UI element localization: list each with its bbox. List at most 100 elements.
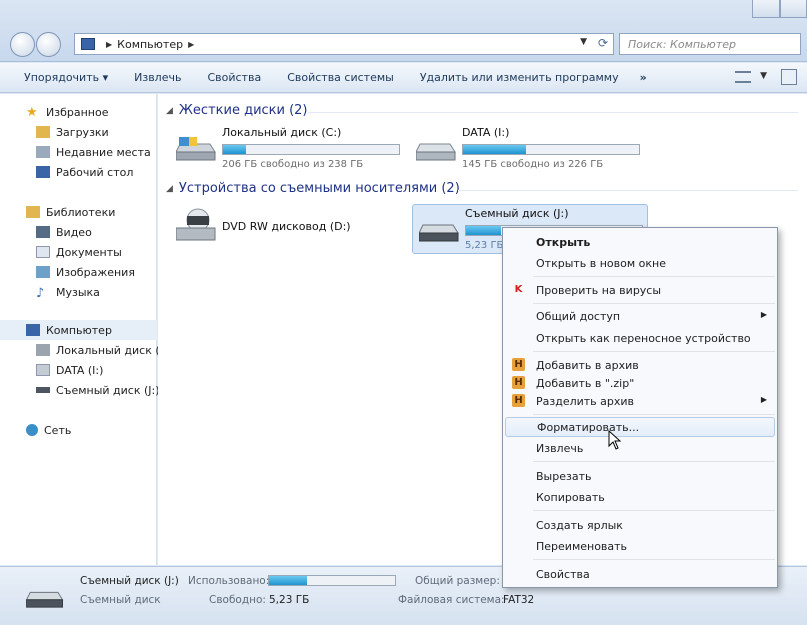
drive-usage-fill bbox=[223, 145, 246, 154]
sidebar-item-music[interactable]: ♪ Музыка bbox=[36, 282, 100, 302]
documents-icon bbox=[36, 246, 50, 258]
drive-name: Съемный диск (J:) bbox=[465, 207, 569, 220]
maximize-button[interactable] bbox=[780, 0, 807, 18]
organize-button[interactable]: Упорядочить ▾ bbox=[0, 71, 121, 84]
menu-separator bbox=[533, 559, 775, 560]
menu-item-split-archive[interactable]: H Разделить архив ▶ bbox=[505, 391, 775, 411]
breadcrumb-computer[interactable]: Компьютер bbox=[117, 38, 183, 51]
view-options-icon[interactable] bbox=[735, 71, 751, 83]
archiver-icon: H bbox=[512, 394, 525, 407]
drive-usage-bar bbox=[222, 144, 400, 155]
usb-drive-icon bbox=[419, 224, 459, 242]
breadcrumb-arrow-icon[interactable]: ▶ bbox=[188, 40, 194, 49]
sidebar-item-documents[interactable]: Документы bbox=[36, 242, 122, 262]
recent-places-icon bbox=[36, 146, 50, 158]
sidebar-item-downloads[interactable]: Загрузки bbox=[36, 122, 109, 142]
sidebar-item-network[interactable]: Сеть bbox=[26, 420, 71, 440]
menu-separator bbox=[533, 276, 775, 277]
navigation-pane: ★ Избранное Загрузки Недавние места Рабо… bbox=[0, 94, 167, 565]
network-icon bbox=[26, 424, 38, 436]
submenu-arrow-icon: ▶ bbox=[760, 395, 767, 404]
drive-name: DATA (I:) bbox=[462, 126, 510, 139]
group-divider bbox=[308, 112, 798, 113]
menu-item-rename[interactable]: Переименовать bbox=[505, 536, 775, 556]
uninstall-button[interactable]: Удалить или изменить программу bbox=[407, 71, 632, 84]
system-properties-button[interactable]: Свойства системы bbox=[274, 71, 407, 84]
drive-usage-bar bbox=[462, 144, 640, 155]
sidebar-item-removable[interactable]: Съемный диск (J:) bbox=[36, 380, 160, 400]
dvd-drive-icon bbox=[176, 208, 216, 241]
music-note-icon: ♪ bbox=[36, 286, 45, 301]
downloads-folder-icon bbox=[36, 126, 50, 138]
search-input[interactable]: Поиск: Компьютер bbox=[619, 33, 801, 55]
menu-item-add-archive[interactable]: H Добавить в архив bbox=[505, 355, 775, 375]
details-used-label: Использовано: bbox=[188, 575, 270, 587]
sidebar-item-images[interactable]: Изображения bbox=[36, 262, 135, 282]
menu-item-scan-virus[interactable]: K Проверить на вирусы bbox=[505, 280, 775, 300]
menu-separator bbox=[533, 510, 775, 511]
details-usage-fill bbox=[269, 576, 307, 585]
collapse-triangle-icon[interactable]: ◢ bbox=[166, 106, 173, 116]
sidebar-item-computer[interactable]: Компьютер bbox=[0, 320, 157, 340]
menu-item-properties[interactable]: Свойства bbox=[505, 564, 775, 584]
sidebar-item-local-disk[interactable]: Локальный диск (C bbox=[36, 340, 167, 360]
collapse-triangle-icon[interactable]: ◢ bbox=[166, 184, 173, 194]
menu-item-add-zip[interactable]: H Добавить в ".zip" bbox=[505, 373, 775, 393]
star-icon: ★ bbox=[26, 105, 38, 120]
menu-item-open-portable[interactable]: Открыть как переносное устройство bbox=[505, 328, 775, 348]
hard-drive-icon bbox=[36, 364, 50, 376]
menu-item-format[interactable]: Форматировать... bbox=[505, 417, 775, 437]
view-dropdown-icon[interactable]: ▼ bbox=[760, 71, 767, 81]
back-button[interactable] bbox=[10, 32, 35, 57]
group-header-hdd[interactable]: ◢ Жесткие диски (2) bbox=[166, 103, 308, 118]
details-total-label: Общий размер: bbox=[415, 575, 500, 587]
sidebar-item-desktop[interactable]: Рабочий стол bbox=[36, 162, 133, 182]
breadcrumb-arrow-icon[interactable]: ▶ bbox=[106, 40, 112, 49]
drive-name: Локальный диск (C:) bbox=[222, 126, 342, 139]
libraries-icon bbox=[26, 206, 40, 218]
archiver-icon: H bbox=[512, 358, 525, 371]
archiver-icon: H bbox=[512, 376, 525, 389]
preview-pane-icon[interactable] bbox=[781, 69, 797, 85]
eject-button[interactable]: Извлечь bbox=[121, 71, 194, 84]
menu-item-share[interactable]: Общий доступ ▶ bbox=[505, 306, 775, 326]
menu-item-eject[interactable]: Извлечь bbox=[505, 438, 775, 458]
title-bar: ▶ Компьютер ▶ ▼ ⟳ Поиск: Компьютер bbox=[0, 0, 807, 62]
menu-item-cut[interactable]: Вырезать bbox=[505, 466, 775, 486]
sidebar-item-data[interactable]: DATA (I:) bbox=[36, 360, 103, 380]
address-dropdown-icon[interactable]: ▼ bbox=[580, 37, 587, 47]
details-fs-value: FAT32 bbox=[503, 594, 535, 606]
images-icon bbox=[36, 266, 50, 278]
minimize-button[interactable] bbox=[752, 0, 780, 18]
menu-separator bbox=[533, 351, 775, 352]
menu-item-open-new-window[interactable]: Открыть в новом окне bbox=[505, 253, 775, 273]
menu-item-open[interactable]: Открыть bbox=[505, 232, 775, 252]
drive-free-space: 5,23 ГБ bbox=[465, 240, 504, 251]
address-bar[interactable]: ▶ Компьютер ▶ ▼ ⟳ bbox=[74, 33, 614, 55]
menu-item-copy[interactable]: Копировать bbox=[505, 487, 775, 507]
computer-icon bbox=[81, 38, 95, 50]
details-free-value: 5,23 ГБ bbox=[269, 594, 310, 606]
drive-item-data[interactable]: DATA (I:) 145 ГБ свободно из 226 ГБ bbox=[410, 124, 646, 174]
drive-free-space: 206 ГБ свободно из 238 ГБ bbox=[222, 159, 364, 170]
usb-drive-icon bbox=[25, 591, 64, 608]
more-commands-button[interactable]: » bbox=[632, 71, 655, 84]
command-bar: Упорядочить ▾ Извлечь Свойства Свойства … bbox=[0, 63, 807, 93]
group-header-removable[interactable]: ◢ Устройства со съемными носителями (2) bbox=[166, 181, 460, 196]
sidebar-item-favorites[interactable]: ★ Избранное bbox=[26, 102, 108, 122]
drive-usage-fill bbox=[463, 145, 527, 154]
details-usage-bar bbox=[268, 575, 396, 586]
sidebar-item-video[interactable]: Видео bbox=[36, 222, 92, 242]
sidebar-item-recent[interactable]: Недавние места bbox=[36, 142, 151, 162]
properties-button[interactable]: Свойства bbox=[194, 71, 274, 84]
refresh-icon[interactable]: ⟳ bbox=[598, 36, 608, 50]
hard-drive-icon bbox=[416, 143, 456, 161]
drive-item-c[interactable]: Локальный диск (C:) 206 ГБ свободно из 2… bbox=[170, 124, 406, 174]
antivirus-icon: K bbox=[514, 284, 523, 295]
forward-button[interactable] bbox=[36, 32, 61, 57]
drive-item-dvd[interactable]: DVD RW дисковод (D:) bbox=[170, 206, 406, 256]
desktop-icon bbox=[36, 166, 50, 178]
details-type: Съемный диск bbox=[80, 594, 161, 606]
sidebar-item-libraries[interactable]: Библиотеки bbox=[26, 202, 115, 222]
menu-item-create-shortcut[interactable]: Создать ярлык bbox=[505, 515, 775, 535]
